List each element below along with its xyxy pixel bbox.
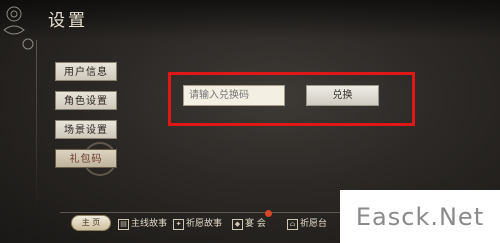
sidebar-item-user-info[interactable]: 用户信息 [55,62,117,81]
shrine-icon: ⌂ [287,218,298,230]
flower-decoration-icon [3,6,34,50]
home-label: 主 页 [81,218,101,227]
sidebar-item-gift-code[interactable]: 礼包码 [55,149,117,168]
sidebar-item-character-settings[interactable]: 角色设置 [55,91,117,110]
nav-label: 宴 会 [245,219,266,229]
nav-label: 主线故事 [131,219,168,229]
scroll-icon: ✦ [173,218,184,230]
watermark-text: Easck.Net [340,190,500,243]
nav-wish-altar[interactable]: ⌂ 祈愿台 [287,216,327,232]
nav-label: 祈愿故事 [186,219,223,229]
nav-label: 祈愿台 [300,219,328,229]
book-icon: ▤ [118,218,129,230]
gathering-icon: ◆ [232,218,243,230]
divider [36,40,37,210]
nav-banquet[interactable]: ◆ 宴 会 [232,216,266,232]
redeem-code-input[interactable] [183,85,285,106]
home-button[interactable]: 主 页 [71,215,111,231]
redeem-button[interactable]: 兑换 [306,85,379,106]
nav-wish-story[interactable]: ✦ 祈愿故事 [173,216,222,232]
page-title: 设置 [48,11,88,31]
notification-badge [265,210,272,217]
sidebar-item-scene-settings[interactable]: 场景设置 [55,120,117,139]
nav-main-story[interactable]: ▤ 主线故事 [118,216,167,232]
